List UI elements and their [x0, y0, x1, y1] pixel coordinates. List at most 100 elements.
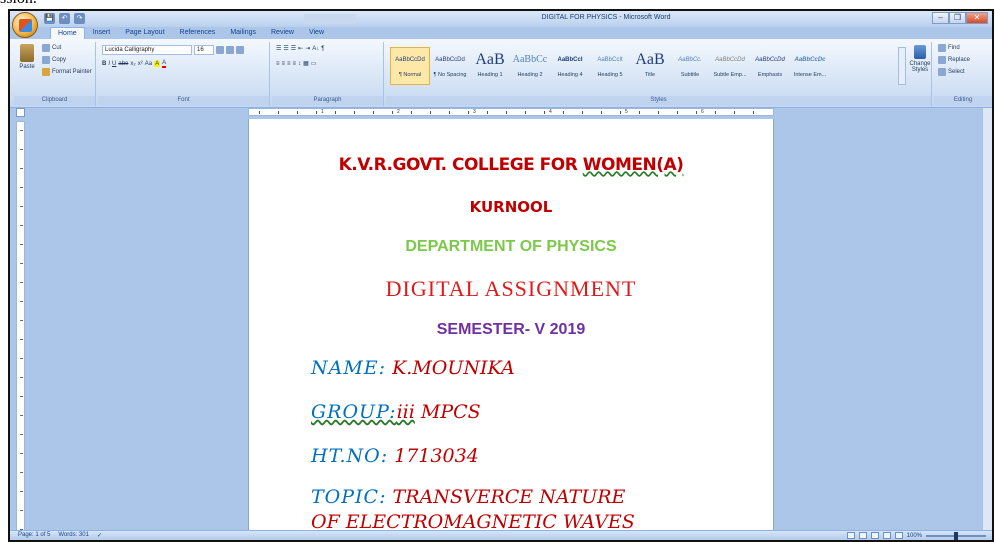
align-center-button[interactable]: ≡ — [282, 61, 286, 67]
grow-font-icon[interactable] — [216, 46, 224, 54]
bullets-button[interactable]: ☰ — [276, 45, 281, 52]
topic-field: TOPIC: TRANSVERCE NATURE OF ELECTROMAGNET… — [311, 485, 635, 535]
editing-group-label: Editing — [934, 96, 992, 105]
paste-label: Paste — [19, 64, 35, 70]
zoom-slider[interactable] — [926, 531, 986, 540]
cut-button[interactable]: Cut — [42, 44, 61, 52]
highlight-button[interactable]: A — [154, 61, 161, 67]
increase-indent-button[interactable]: ⇥ — [305, 45, 310, 52]
select-button[interactable]: Select — [938, 68, 965, 76]
zoom-level[interactable]: 100% — [907, 533, 922, 539]
zoom-slider-thumb[interactable] — [954, 531, 958, 540]
tab-home[interactable]: Home — [50, 27, 85, 39]
style-title[interactable]: AaB Title — [630, 47, 670, 85]
tab-mailings[interactable]: Mailings — [223, 27, 263, 39]
style-intense-emphasis[interactable]: AaBbCcDc Intense Em... — [790, 47, 830, 85]
shrink-font-icon[interactable] — [226, 46, 234, 54]
city-heading: KURNOOL — [469, 198, 553, 216]
ruler-tick — [20, 225, 23, 226]
tab-view[interactable]: View — [302, 27, 331, 39]
style-subtle-emphasis[interactable]: AaBbCcDd Subtle Emp... — [710, 47, 750, 85]
tab-references[interactable]: References — [173, 27, 223, 39]
ruler-tick — [582, 111, 583, 114]
style-heading-1[interactable]: AaB Heading 1 — [470, 47, 510, 85]
page-count[interactable]: Page: 1 of 5 — [18, 532, 50, 539]
font-size-combo[interactable]: 16 — [194, 45, 214, 55]
bold-button[interactable]: B — [102, 61, 106, 67]
ruler-tick — [20, 187, 23, 188]
find-button[interactable]: Find — [938, 44, 960, 52]
ruler-tick — [620, 111, 621, 114]
replace-button[interactable]: Replace — [938, 56, 970, 64]
subscript-button[interactable]: x₂ — [130, 61, 135, 67]
sort-button[interactable]: A↓ — [312, 46, 319, 52]
maximize-button[interactable]: ❐ — [949, 12, 966, 24]
ruler-tick — [20, 339, 23, 340]
office-button[interactable] — [12, 12, 38, 38]
full-screen-view-icon[interactable] — [858, 532, 867, 539]
show-marks-button[interactable]: ¶ — [321, 46, 324, 52]
ruler-tab-selector[interactable] — [16, 108, 25, 117]
style-name: Heading 5 — [597, 72, 623, 78]
draft-view-icon[interactable] — [894, 532, 903, 539]
change-styles-button[interactable]: Change Styles — [908, 45, 932, 73]
change-case-button[interactable]: Aa — [145, 61, 152, 67]
replace-label: Replace — [948, 57, 971, 63]
multilevel-list-button[interactable]: ☰ — [291, 45, 296, 52]
outline-view-icon[interactable] — [882, 532, 891, 539]
spellcheck-icon[interactable]: ✓ — [97, 532, 102, 539]
numbering-button[interactable]: ☰ — [283, 45, 288, 52]
print-layout-view-icon[interactable] — [846, 532, 855, 539]
vertical-ruler[interactable] — [16, 121, 25, 533]
ruler-tick — [639, 111, 640, 114]
style-heading-5[interactable]: AaBbCcIt Heading 5 — [590, 47, 630, 85]
minimize-button[interactable]: – — [932, 12, 949, 24]
paste-button[interactable]: Paste — [16, 44, 38, 70]
strikethrough-button[interactable]: abe — [118, 61, 128, 67]
underline-button[interactable]: U — [112, 61, 116, 67]
select-icon — [938, 68, 946, 76]
style-subtitle[interactable]: AaBbCc. Subtitle — [670, 47, 710, 85]
style-no-spacing[interactable]: AaBbCcDd ¶ No Spacing — [430, 47, 470, 85]
tab-review[interactable]: Review — [264, 27, 301, 39]
copy-button[interactable]: Copy — [42, 56, 66, 64]
topic-label: TOPIC: — [311, 486, 387, 508]
style-name: Emphasis — [757, 72, 783, 78]
close-button[interactable]: ✕ — [966, 12, 988, 24]
copy-label: Copy — [52, 57, 67, 63]
style-heading-2[interactable]: AaBbCc Heading 2 — [510, 47, 550, 85]
web-layout-view-icon[interactable] — [870, 532, 879, 539]
tab-insert[interactable]: Insert — [86, 27, 118, 39]
clear-formatting-icon[interactable] — [236, 46, 244, 54]
font-name-combo[interactable]: Lucida Calligraphy — [102, 45, 192, 55]
ruler-tick — [20, 206, 23, 207]
borders-button[interactable]: ▭ — [311, 60, 317, 67]
ruler-number: 5 — [625, 109, 628, 115]
font-color-button[interactable]: A — [162, 60, 167, 68]
align-right-button[interactable]: ≡ — [287, 61, 291, 67]
office-logo-icon — [19, 19, 32, 32]
document-page[interactable]: K.V.R.GOVT. COLLEGE FOR WOMEN(A) KURNOOL… — [248, 119, 774, 535]
style-normal[interactable]: AaBbCcDd ¶ Normal — [390, 47, 430, 85]
styles-gallery-scroll[interactable] — [898, 47, 906, 85]
justify-button[interactable]: ≡ — [293, 61, 297, 67]
window-controls: – ❐ ✕ — [932, 12, 988, 24]
font-group-label: Font — [98, 96, 269, 105]
italic-button[interactable]: I — [108, 61, 110, 67]
horizontal-ruler[interactable]: 1 2 3 4 5 6 — [248, 108, 774, 116]
change-styles-label: Change Styles — [909, 61, 931, 73]
shading-button[interactable]: ▦ — [303, 60, 309, 67]
superscript-button[interactable]: x² — [138, 61, 143, 67]
ruler-tick — [563, 111, 564, 114]
style-heading-4[interactable]: AaBbCcI Heading 4 — [550, 47, 590, 85]
vertical-scrollbar[interactable] — [982, 108, 992, 534]
word-count[interactable]: Words: 301 — [58, 532, 89, 539]
format-painter-button[interactable]: Format Painter — [42, 68, 92, 76]
align-left-button[interactable]: ≡ — [276, 61, 280, 67]
tab-page-layout[interactable]: Page Layout — [118, 27, 171, 39]
ruler-tick — [20, 263, 23, 264]
style-emphasis[interactable]: AaBbCcDd Emphasis — [750, 47, 790, 85]
line-spacing-button[interactable]: ↕ — [298, 61, 301, 67]
decrease-indent-button[interactable]: ⇤ — [298, 45, 303, 52]
styles-group-label: Styles — [386, 96, 931, 105]
